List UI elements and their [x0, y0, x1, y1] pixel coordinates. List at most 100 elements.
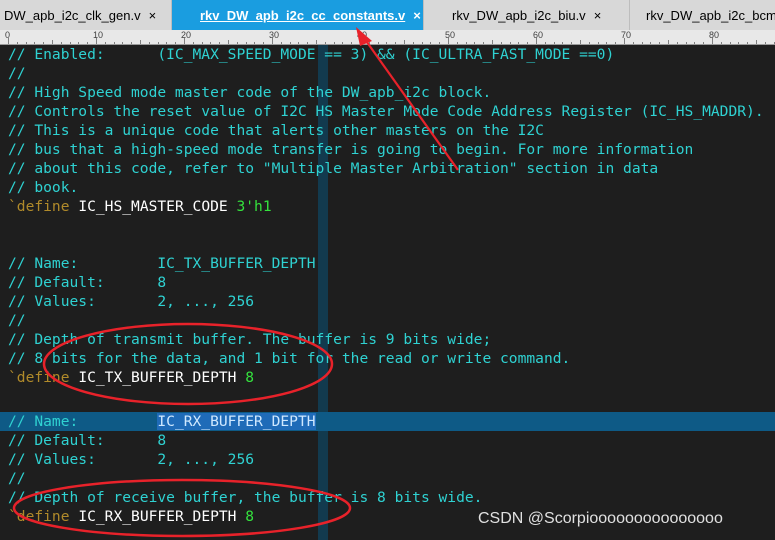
code-line: // Default: 8 — [8, 432, 167, 449]
ruler-tick — [562, 42, 564, 44]
macro-name: IC_HS_MASTER_CODE — [78, 198, 228, 215]
macro-name: IC_RX_BUFFER_DEPTH — [78, 508, 237, 525]
ruler-tick — [518, 42, 520, 44]
ruler-tick — [140, 40, 141, 44]
ruler-number: 30 — [269, 30, 280, 40]
tab-label: rkv_DW_apb_i2c_biu.v — [452, 7, 586, 23]
ruler-tick — [69, 42, 71, 44]
ruler-tick — [219, 42, 221, 44]
ruler-tick — [104, 42, 106, 44]
ruler-tick — [25, 42, 27, 44]
code-line: // Enabled: (IC_MAX_SPEED_MODE == 3) && … — [8, 46, 615, 63]
ruler-tick — [474, 42, 476, 44]
ruler-tick — [412, 42, 414, 44]
macro-value: 8 — [245, 369, 255, 386]
code-line: // 8 bits for the data, and 1 bit for th… — [8, 350, 571, 367]
ruler-tick — [166, 42, 168, 44]
ruler-tick — [192, 42, 194, 44]
ruler-tick — [395, 42, 397, 44]
ruler-tick — [377, 42, 379, 44]
ruler-tick — [430, 42, 432, 44]
ruler-tick — [492, 40, 493, 44]
ruler-tick — [668, 40, 669, 44]
tab-clk-gen[interactable]: DW_apb_i2c_clk_gen.v × — [0, 0, 172, 30]
code-line: // Default: 8 — [8, 274, 167, 291]
ruler-tick — [606, 42, 608, 44]
ruler-tick — [738, 42, 740, 44]
define-keyword: `define — [8, 508, 70, 525]
code-line: // — [8, 470, 26, 487]
ruler-tick — [615, 42, 617, 44]
ruler-number: 80 — [709, 30, 720, 40]
tab-biu[interactable]: rkv_DW_apb_i2c_biu.v × — [424, 0, 630, 30]
code-line: // about this code, refer to "Multiple M… — [8, 160, 659, 177]
ruler-tick — [439, 42, 441, 44]
selected-text: IC_RX_BUFFER_DEPTH — [157, 413, 316, 430]
ruler-tick — [632, 42, 634, 44]
define-keyword: `define — [8, 369, 70, 386]
define-line: `define IC_TX_BUFFER_DEPTH 8 — [8, 368, 254, 387]
tab-label: rkv_DW_apb_i2c_cc_constants.v — [200, 7, 406, 23]
ruler-tick — [368, 42, 370, 44]
ruler-tick — [16, 42, 18, 44]
ruler-tick — [685, 42, 687, 44]
code-line: // — [8, 65, 26, 82]
code-line: // High Speed mode master code of the DW… — [8, 84, 492, 101]
ruler-tick — [386, 42, 388, 44]
tab-label: rkv_DW_apb_i2c_bcm9 — [646, 7, 775, 23]
code-editor[interactable]: // Enabled: (IC_MAX_SPEED_MODE == 3) && … — [0, 45, 775, 540]
close-icon[interactable]: × — [149, 8, 157, 23]
ruler-tick — [544, 42, 546, 44]
ruler-tick — [175, 42, 177, 44]
ruler-tick — [289, 42, 291, 44]
ruler-tick — [280, 42, 282, 44]
ruler-tick — [131, 42, 133, 44]
ruler-tick — [720, 42, 722, 44]
code-text: // Name: — [8, 413, 158, 430]
ruler-tick — [597, 42, 599, 44]
ruler-number: 20 — [181, 30, 192, 40]
code-line: // Values: 2, ..., 256 — [8, 293, 255, 310]
ruler-number: 60 — [533, 30, 544, 40]
ruler-tick — [747, 42, 749, 44]
ruler-tick — [553, 42, 555, 44]
tab-cc-constants[interactable]: rkv_DW_apb_i2c_cc_constants.v × — [172, 0, 424, 30]
code-line: // Name: IC_TX_BUFFER_DEPTH — [8, 255, 316, 272]
code-line: // book. — [8, 179, 79, 196]
tab-bar: DW_apb_i2c_clk_gen.v × rkv_DW_apb_i2c_cc… — [0, 0, 775, 30]
column-ruler: 0 10 20 30 40 50 60 70 80 — [0, 30, 775, 45]
ruler-tick — [43, 42, 45, 44]
ruler-tick — [316, 40, 317, 44]
ruler-tick — [236, 42, 238, 44]
watermark: CSDN @Scorpiooooooooooooooo — [478, 510, 723, 527]
ruler-tick — [483, 42, 485, 44]
ruler-tick — [404, 40, 405, 44]
ruler-tick — [34, 42, 36, 44]
define-keyword: `define — [8, 198, 70, 215]
ruler-tick — [78, 42, 80, 44]
ruler-tick — [148, 42, 150, 44]
macro-name: IC_TX_BUFFER_DEPTH — [78, 369, 237, 386]
ruler-tick — [676, 42, 678, 44]
define-line: `define IC_RX_BUFFER_DEPTH 8 — [8, 507, 254, 526]
close-icon[interactable]: × — [594, 8, 602, 23]
ruler-tick — [659, 42, 661, 44]
close-icon[interactable]: × — [413, 8, 421, 23]
ruler-tick — [729, 42, 731, 44]
ruler-tick — [421, 42, 423, 44]
ruler-number: 40 — [357, 30, 368, 40]
ruler-tick — [641, 42, 643, 44]
ruler-tick — [254, 42, 256, 44]
ruler-tick — [500, 42, 502, 44]
code-line: // Values: 2, ..., 256 — [8, 451, 255, 468]
ruler-tick — [324, 42, 326, 44]
ruler-number: 50 — [445, 30, 456, 40]
ruler-tick — [580, 40, 581, 44]
ruler-tick — [571, 42, 573, 44]
tab-bcm9[interactable]: rkv_DW_apb_i2c_bcm9 — [630, 0, 775, 30]
ruler-tick — [456, 42, 458, 44]
define-line: `define IC_HS_MASTER_CODE 3'h1 — [8, 197, 272, 216]
ruler-tick — [650, 42, 652, 44]
code-line: // Depth of transmit buffer. The buffer … — [8, 331, 492, 348]
macro-value: 8 — [245, 508, 255, 525]
